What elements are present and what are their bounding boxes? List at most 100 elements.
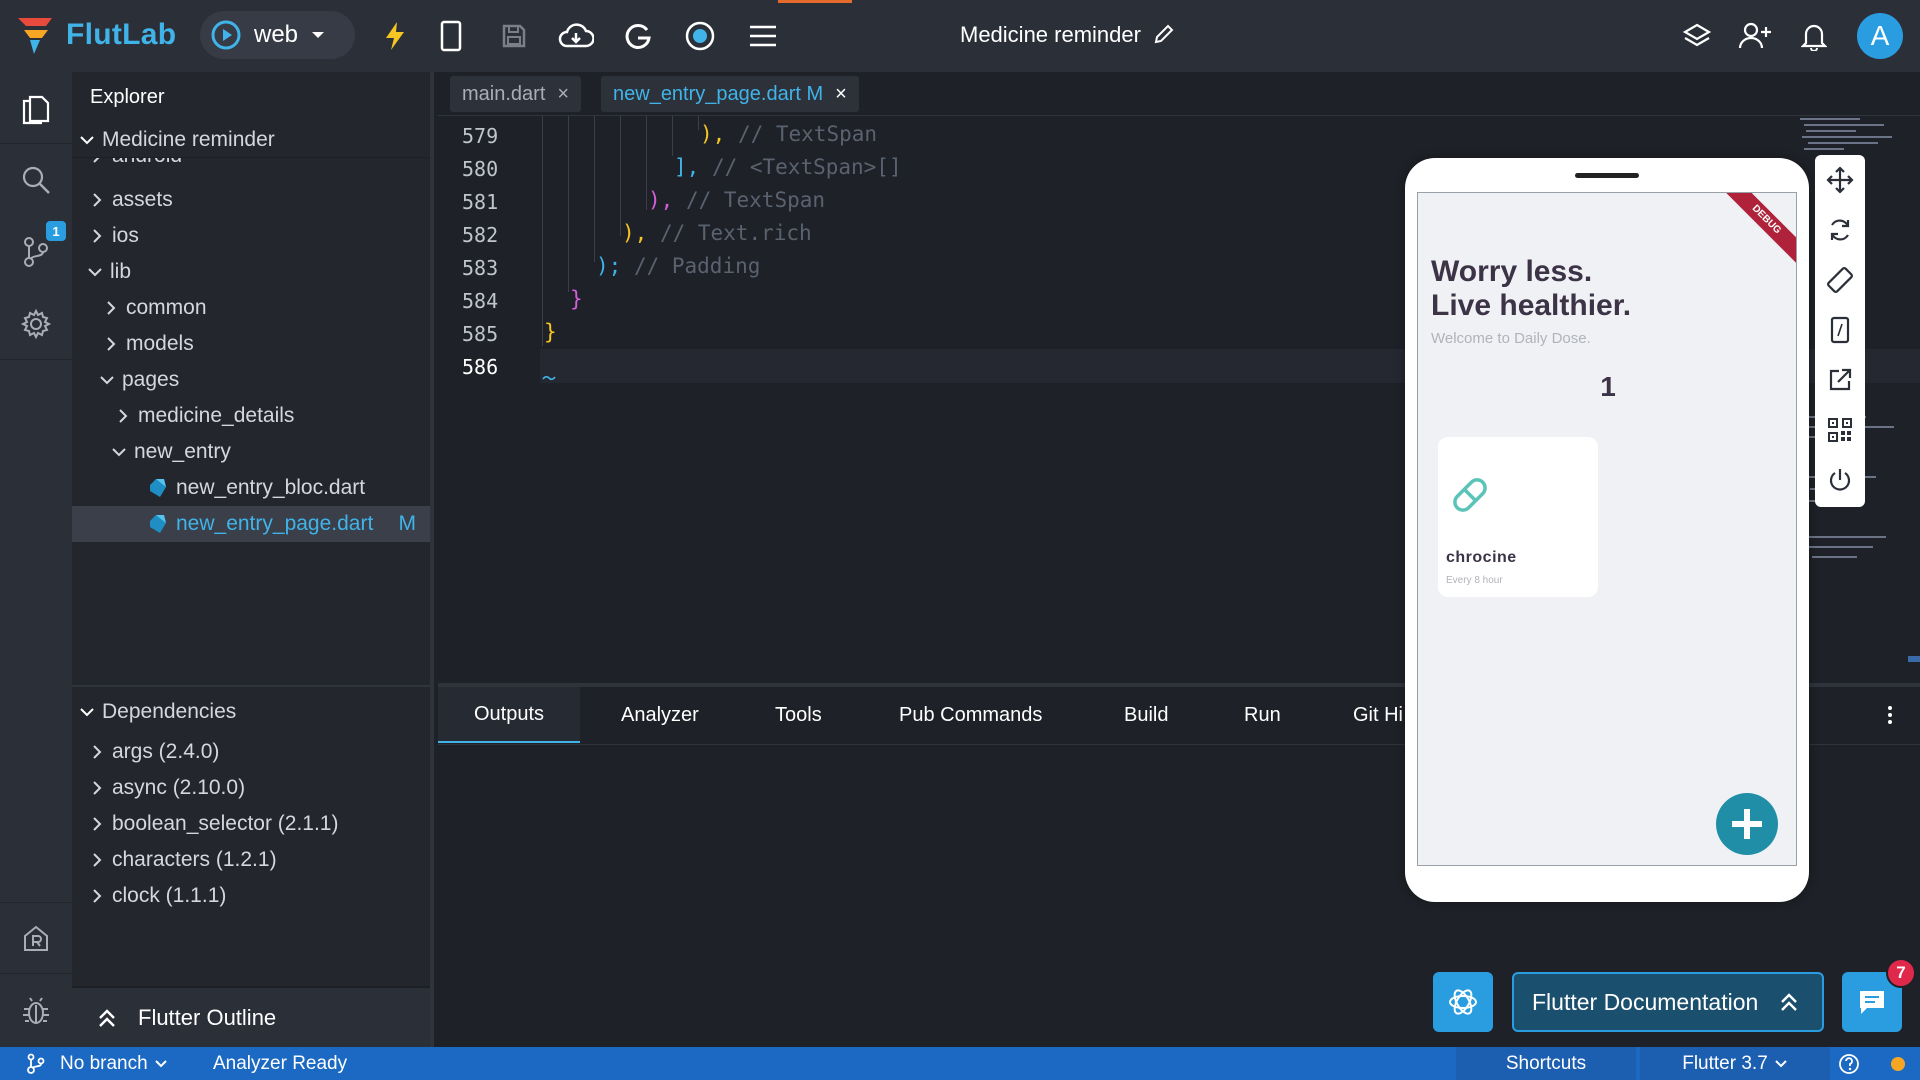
home-r-icon — [24, 925, 48, 951]
tree-item-new-entry-bloc[interactable]: new_entry_bloc.dart — [72, 470, 430, 506]
gear-icon — [20, 308, 52, 339]
code-line: ), // TextSpan — [700, 122, 878, 146]
branch-selector[interactable]: No branch — [26, 1047, 168, 1080]
flutter-outline-toggle[interactable]: Flutter Outline — [72, 986, 430, 1047]
dependency-item[interactable]: boolean_selector (2.1.1) — [72, 806, 430, 842]
files-icon — [22, 95, 50, 124]
status-dot-icon — [1891, 1056, 1905, 1071]
tree-item-medicine-details[interactable]: medicine_details — [72, 398, 430, 434]
branch-label: No branch — [60, 1052, 148, 1074]
dependency-item[interactable]: clock (1.1.1) — [72, 878, 430, 914]
search-icon — [22, 166, 50, 194]
flutter-outline-label: Flutter Outline — [138, 1004, 277, 1030]
tree-root[interactable]: Medicine reminder — [72, 122, 430, 158]
target-selector[interactable]: web — [200, 11, 355, 59]
add-collaborator-button[interactable] — [1737, 18, 1773, 54]
panel-tab-git-history[interactable]: Git Hi — [1353, 687, 1403, 743]
tree-item-new-entry[interactable]: new_entry — [72, 434, 430, 470]
tree-item-ios[interactable]: ios — [72, 218, 430, 254]
layers-button[interactable] — [1679, 18, 1715, 54]
menu-button[interactable] — [745, 18, 781, 54]
dart-file-icon — [150, 515, 166, 533]
activity-search[interactable] — [0, 144, 72, 216]
close-icon[interactable]: × — [557, 83, 569, 106]
panel-tab-build[interactable]: Build — [1124, 687, 1168, 743]
flutter-version-selector[interactable]: Flutter 3.7 — [1640, 1047, 1830, 1080]
panel-tab-outputs[interactable]: Outputs — [438, 687, 581, 743]
tree-item-common[interactable]: common — [72, 290, 430, 326]
download-button[interactable] — [558, 18, 594, 54]
power-button[interactable] — [1815, 455, 1865, 505]
tree-item-assets[interactable]: assets — [72, 182, 430, 218]
indent-guide — [594, 116, 595, 262]
tree-item-label: lib — [110, 260, 132, 283]
editor-tabs: main.dart × new_entry_page.dart M × — [438, 72, 1920, 116]
medicine-card[interactable]: chrocine Every 8 hour — [1438, 437, 1598, 597]
chevron-down-icon — [100, 373, 114, 387]
section-divider — [72, 685, 430, 687]
activity-bar: 1 — [0, 72, 72, 1047]
activity-explorer[interactable] — [0, 72, 72, 144]
dependency-item[interactable]: async (2.10.0) — [72, 770, 430, 806]
qr-code-button[interactable] — [1815, 405, 1865, 455]
chevron-right-icon — [90, 229, 104, 243]
tree-item-new-entry-page[interactable]: new_entry_page.dart M — [72, 506, 430, 542]
dependency-item[interactable]: characters (1.2.1) — [72, 842, 430, 878]
more-vertical-icon[interactable] — [1886, 703, 1894, 727]
headline-line-2: Live healthier. — [1431, 289, 1632, 322]
move-icon — [1826, 166, 1854, 194]
tab-main-dart[interactable]: main.dart × — [450, 76, 582, 112]
reload-preview-button[interactable] — [1815, 205, 1865, 255]
tree-item-lib[interactable]: lib — [72, 254, 430, 290]
tree-item-models[interactable]: models — [72, 326, 430, 362]
dependency-label: characters (1.2.1) — [112, 848, 277, 871]
tree-item-label: common — [126, 296, 207, 319]
tilde-marker-icon — [542, 375, 556, 381]
chevron-right-icon — [90, 745, 104, 759]
device-button[interactable] — [433, 18, 469, 54]
record-button[interactable] — [682, 18, 718, 54]
panel-tab-analyzer[interactable]: Analyzer — [621, 687, 699, 743]
panel-tab-tools[interactable]: Tools — [775, 687, 822, 743]
user-avatar[interactable]: A — [1857, 13, 1903, 59]
flutlab-logo[interactable]: FlutLab — [12, 14, 176, 56]
ai-assistant-button[interactable] — [1433, 972, 1493, 1032]
app-name: FlutLab — [66, 18, 177, 51]
device-preview: DEBUG Worry less. Live healthier. Welcom… — [1405, 158, 1809, 902]
rotate-preview-button[interactable] — [1815, 255, 1865, 305]
app-screen[interactable]: DEBUG Worry less. Live healthier. Welcom… — [1417, 192, 1797, 866]
phone-notch — [1575, 173, 1639, 178]
close-icon[interactable]: × — [835, 83, 847, 106]
activity-settings[interactable] — [0, 288, 72, 360]
move-preview-button[interactable] — [1815, 155, 1865, 205]
add-medicine-button[interactable] — [1716, 793, 1778, 855]
tab-new-entry-page[interactable]: new_entry_page.dart M × — [601, 76, 859, 112]
dependencies-header[interactable]: Dependencies — [72, 694, 430, 730]
tab-label: main.dart — [462, 82, 546, 105]
save-button[interactable] — [496, 18, 532, 54]
help-button[interactable] — [1838, 1047, 1860, 1080]
panel-tab-pub-commands[interactable]: Pub Commands — [899, 687, 1042, 743]
open-external-button[interactable] — [1815, 355, 1865, 405]
activity-debug[interactable] — [0, 975, 72, 1047]
indent-guide — [542, 116, 543, 346]
google-button[interactable] — [620, 18, 656, 54]
device-frame-button[interactable] — [1815, 305, 1865, 355]
chevron-down-icon — [154, 1059, 167, 1067]
rename-project-button[interactable] — [1152, 22, 1176, 46]
hot-reload-button[interactable] — [377, 18, 413, 54]
flutter-documentation-button[interactable]: Flutter Documentation — [1512, 972, 1824, 1032]
activity-registry[interactable] — [0, 902, 72, 974]
external-link-icon — [1829, 368, 1852, 391]
tree-item-pages[interactable]: pages — [72, 362, 430, 398]
panel-tab-run[interactable]: Run — [1244, 687, 1281, 743]
dependency-item[interactable]: args (2.4.0) — [72, 734, 430, 770]
chevrons-up-icon — [1781, 993, 1798, 1011]
flutter-documentation-label: Flutter Documentation — [1532, 988, 1759, 1015]
code-line: } — [544, 320, 557, 344]
debug-banner: DEBUG — [1717, 193, 1796, 269]
shortcuts-button[interactable]: Shortcuts — [1456, 1047, 1636, 1080]
medicine-name: chrocine — [1446, 549, 1517, 566]
tree-root-label: Medicine reminder — [102, 127, 275, 151]
notifications-button[interactable] — [1796, 18, 1832, 54]
